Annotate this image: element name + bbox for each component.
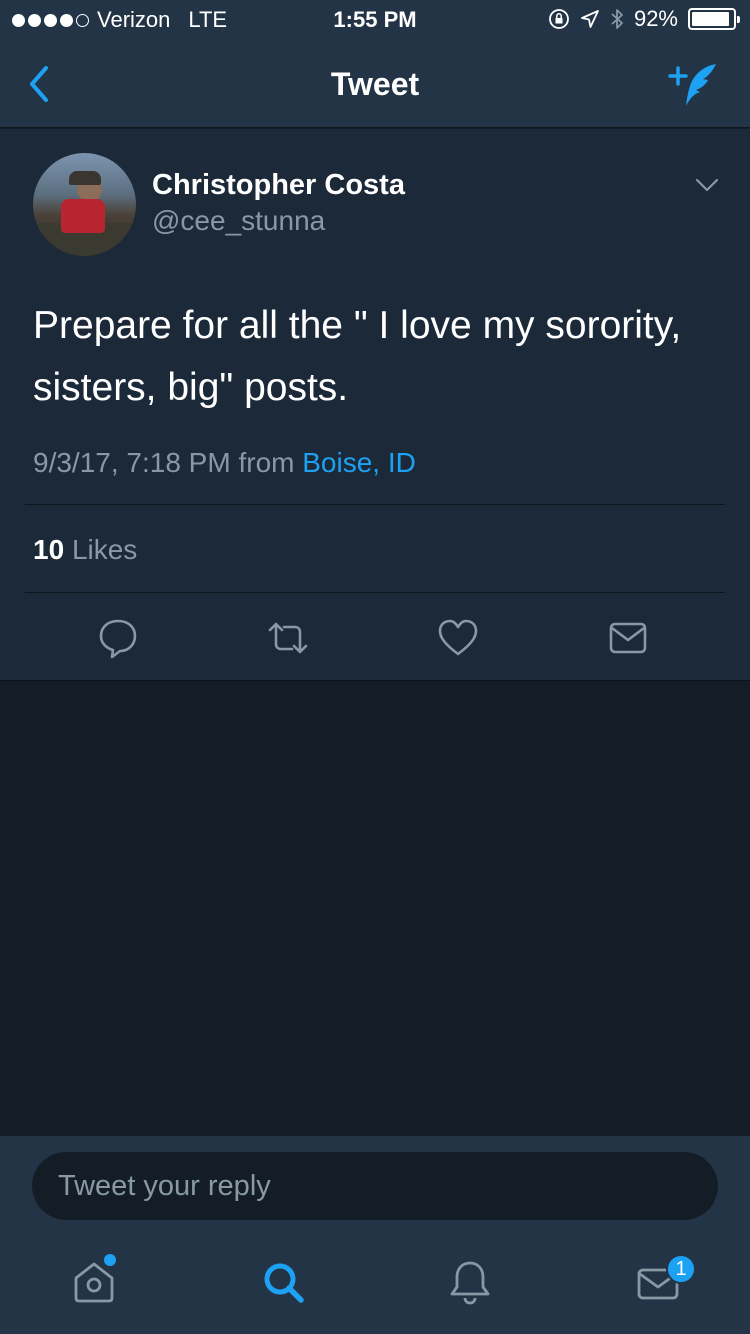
divider [25,504,725,505]
tab-bar: 1 [0,1244,750,1334]
divider [25,592,725,593]
page-title: Tweet [330,66,420,102]
share-message-icon[interactable] [606,616,650,660]
bluetooth-icon [611,9,623,29]
messages-badge: 1 [666,1254,696,1284]
heart-icon[interactable] [436,616,480,660]
location-arrow-icon [581,10,599,28]
author-name[interactable]: Christopher Costa [152,169,405,202]
retweet-icon[interactable] [266,616,310,660]
compose-tweet-icon[interactable] [666,60,720,110]
reply-input[interactable]: Tweet your reply [32,1152,718,1220]
likes-label: Likes [71,534,138,565]
status-bar: Verizon LTE 1:55 PM 92% [0,0,750,40]
tweet-location-link[interactable]: Boise, ID [302,447,416,478]
rotation-lock-icon [549,9,569,29]
tweet-timestamp: 9/3/17, 7:18 PM from [33,447,295,478]
battery-fill [692,12,729,26]
nav-bar: Tweet [0,40,750,128]
battery-icon [688,8,740,30]
author-handle[interactable]: @cee_stunna [152,205,325,237]
new-tweets-dot [104,1254,116,1266]
tweet-detail: Christopher Costa @cee_stunna Prepare fo… [0,129,750,681]
status-right: 92% [548,6,740,32]
tweet-meta: 9/3/17, 7:18 PM from Boise, ID [33,447,416,479]
reply-bar: Tweet your reply [0,1136,750,1244]
avatar[interactable] [33,153,136,256]
battery-percent: 92% [633,6,678,31]
bell-icon[interactable] [446,1258,494,1306]
tweet-text: Prepare for all the " I love my sorority… [33,304,682,409]
chevron-down-icon[interactable] [694,175,720,195]
likes-count: 10 [33,534,65,565]
likes-summary[interactable]: 10 Likes [33,534,137,566]
search-icon[interactable] [259,1258,307,1306]
reply-icon[interactable] [96,616,140,660]
